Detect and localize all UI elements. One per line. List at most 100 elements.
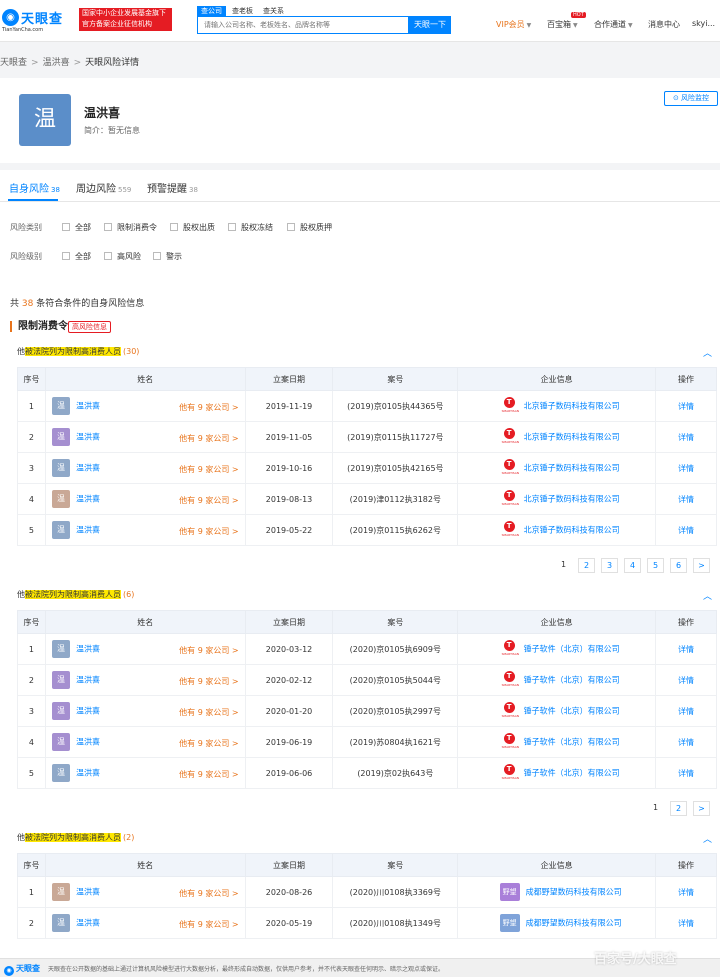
detail-link[interactable]: 详情 xyxy=(678,645,694,654)
nav-cooperation[interactable]: 合作通道 ▼ xyxy=(594,19,633,30)
risk-monitor-button[interactable]: ⊙ 风险监控 xyxy=(664,91,718,106)
page-button[interactable]: > xyxy=(693,801,710,816)
collapse-chevron-icon[interactable]: ︿ xyxy=(703,589,712,602)
person-name-link[interactable]: 温洪喜 xyxy=(76,645,100,654)
case-number: (2019)京0115执6262号 xyxy=(332,514,459,546)
page-button[interactable]: > xyxy=(693,558,710,573)
detail-link[interactable]: 详情 xyxy=(678,526,694,535)
filter-category-restriction[interactable]: 限制消费令 xyxy=(104,222,157,233)
collapse-chevron-icon[interactable]: ︿ xyxy=(703,832,712,845)
company-name-link[interactable]: 锤子软件（北京）有限公司 xyxy=(524,676,620,685)
filter-category-pledge[interactable]: 股权出质 xyxy=(170,222,215,233)
more-companies-link[interactable]: 他有 9 家公司 > xyxy=(179,464,238,475)
company-name-link[interactable]: 北京锤子数码科技有限公司 xyxy=(524,433,620,442)
person-name-link[interactable]: 温洪喜 xyxy=(76,769,100,778)
person-name-link[interactable]: 温洪喜 xyxy=(76,738,100,747)
search-button[interactable]: 天眼一下 xyxy=(409,16,451,34)
filter-level-warning[interactable]: 警示 xyxy=(153,251,182,262)
nav-user[interactable]: skyi... xyxy=(692,19,715,28)
detail-link[interactable]: 详情 xyxy=(678,738,694,747)
nav-vip[interactable]: VIP会员 ▼ xyxy=(496,19,531,30)
person-name-link[interactable]: 温洪喜 xyxy=(76,433,100,442)
more-companies-link[interactable]: 他有 9 家公司 > xyxy=(179,645,238,656)
column-header: 姓名 xyxy=(44,610,246,634)
collapse-chevron-icon[interactable]: ︿ xyxy=(703,346,712,359)
page-button[interactable]: 2 xyxy=(578,558,595,573)
row-number: 1 xyxy=(17,390,46,422)
more-companies-link[interactable]: 他有 9 家公司 > xyxy=(179,888,238,899)
tab-self-risk[interactable]: 自身风险 38 xyxy=(9,180,60,195)
search-tab-company[interactable]: 查公司 xyxy=(197,6,226,16)
group-highlight: 被法院列为限制高消费人员 xyxy=(25,347,121,356)
filing-date: 2019-11-19 xyxy=(244,390,334,422)
company-name-link[interactable]: 锤子软件（北京）有限公司 xyxy=(524,738,620,747)
person-name-link[interactable]: 温洪喜 xyxy=(76,495,100,504)
detail-link[interactable]: 详情 xyxy=(678,464,694,473)
detail-link[interactable]: 详情 xyxy=(678,888,694,897)
nav-treasure[interactable]: 百宝箱 ▼ xyxy=(547,19,578,30)
person-name-link[interactable]: 温洪喜 xyxy=(76,919,100,928)
breadcrumb-home[interactable]: 天眼查 xyxy=(0,58,27,68)
person-name-link[interactable]: 温洪喜 xyxy=(76,526,100,535)
more-companies-link[interactable]: 他有 9 家公司 > xyxy=(179,495,238,506)
search-tab-relation[interactable]: 查关系 xyxy=(259,6,288,16)
filter-category-all[interactable]: 全部 xyxy=(62,222,91,233)
name-cell: 温温洪喜 他有 9 家公司 > xyxy=(44,483,246,515)
person-name-link[interactable]: 温洪喜 xyxy=(76,402,100,411)
page-button[interactable]: 4 xyxy=(624,558,641,573)
page-button[interactable]: 5 xyxy=(647,558,664,573)
detail-link[interactable]: 详情 xyxy=(678,769,694,778)
detail-link[interactable]: 详情 xyxy=(678,676,694,685)
person-avatar: 温 xyxy=(51,490,70,508)
page-button[interactable]: 2 xyxy=(670,801,687,816)
company-name-link[interactable]: 北京锤子数码科技有限公司 xyxy=(524,526,620,535)
detail-link[interactable]: 详情 xyxy=(678,707,694,716)
search-tab-boss[interactable]: 查老板 xyxy=(228,6,257,16)
company-name-link[interactable]: 锤子软件（北京）有限公司 xyxy=(524,769,620,778)
row-number: 2 xyxy=(17,421,46,453)
filter-level-all[interactable]: 全部 xyxy=(62,251,91,262)
company-name-link[interactable]: 成都野望数码科技有限公司 xyxy=(526,919,622,928)
company-name-link[interactable]: 北京锤子数码科技有限公司 xyxy=(524,464,620,473)
filter-category-mortgage[interactable]: 股权质押 xyxy=(287,222,332,233)
filter-category-freeze[interactable]: 股权冻结 xyxy=(228,222,273,233)
footer-logo: ◉ 天眼查 xyxy=(4,963,40,976)
detail-link[interactable]: 详情 xyxy=(678,495,694,504)
company-name-link[interactable]: 成都野望数码科技有限公司 xyxy=(526,888,622,897)
company-name-link[interactable]: 锤子软件（北京）有限公司 xyxy=(524,645,620,654)
more-companies-link[interactable]: 他有 9 家公司 > xyxy=(179,433,238,444)
page-button[interactable]: 1 xyxy=(647,801,664,816)
person-name-link[interactable]: 温洪喜 xyxy=(76,464,100,473)
detail-link[interactable]: 详情 xyxy=(678,919,694,928)
tab-label: 周边风险 xyxy=(76,184,116,195)
detail-link[interactable]: 详情 xyxy=(678,433,694,442)
more-companies-link[interactable]: 他有 9 家公司 > xyxy=(179,769,238,780)
filter-level-high[interactable]: 高风险 xyxy=(104,251,141,262)
person-name-link[interactable]: 温洪喜 xyxy=(76,676,100,685)
person-avatar: 温 xyxy=(51,883,70,901)
site-logo[interactable]: ◉ 天眼查 TianYanCha.com xyxy=(2,7,76,35)
tab-warnings[interactable]: 预警提醒 38 xyxy=(147,180,198,195)
person-name-link[interactable]: 温洪喜 xyxy=(76,707,100,716)
page-button[interactable]: 6 xyxy=(670,558,687,573)
promo-banner[interactable]: 国家中小企业发展基金旗下 官方备案企业征信机构 xyxy=(79,8,172,31)
more-companies-link[interactable]: 他有 9 家公司 > xyxy=(179,707,238,718)
company-name-link[interactable]: 北京锤子数码科技有限公司 xyxy=(524,402,620,411)
company-name-link[interactable]: 锤子软件（北京）有限公司 xyxy=(524,707,620,716)
more-companies-link[interactable]: 他有 9 家公司 > xyxy=(179,919,238,930)
page-button[interactable]: 1 xyxy=(555,558,572,573)
breadcrumb-person[interactable]: 温洪喜 xyxy=(43,58,70,68)
more-companies-link[interactable]: 他有 9 家公司 > xyxy=(179,402,238,413)
detail-link[interactable]: 详情 xyxy=(678,402,694,411)
more-companies-link[interactable]: 他有 9 家公司 > xyxy=(179,676,238,687)
more-companies-link[interactable]: 他有 9 家公司 > xyxy=(179,738,238,749)
person-name-link[interactable]: 温洪喜 xyxy=(76,888,100,897)
more-companies-link[interactable]: 他有 9 家公司 > xyxy=(179,526,238,537)
page-button[interactable]: 3 xyxy=(601,558,618,573)
filing-date: 2019-10-16 xyxy=(244,452,334,484)
group-count: (2) xyxy=(123,833,135,842)
nav-messages[interactable]: 消息中心 xyxy=(648,19,680,30)
company-name-link[interactable]: 北京锤子数码科技有限公司 xyxy=(524,495,620,504)
search-input[interactable] xyxy=(198,17,408,33)
tab-surrounding-risk[interactable]: 周边风险 559 xyxy=(76,180,131,195)
